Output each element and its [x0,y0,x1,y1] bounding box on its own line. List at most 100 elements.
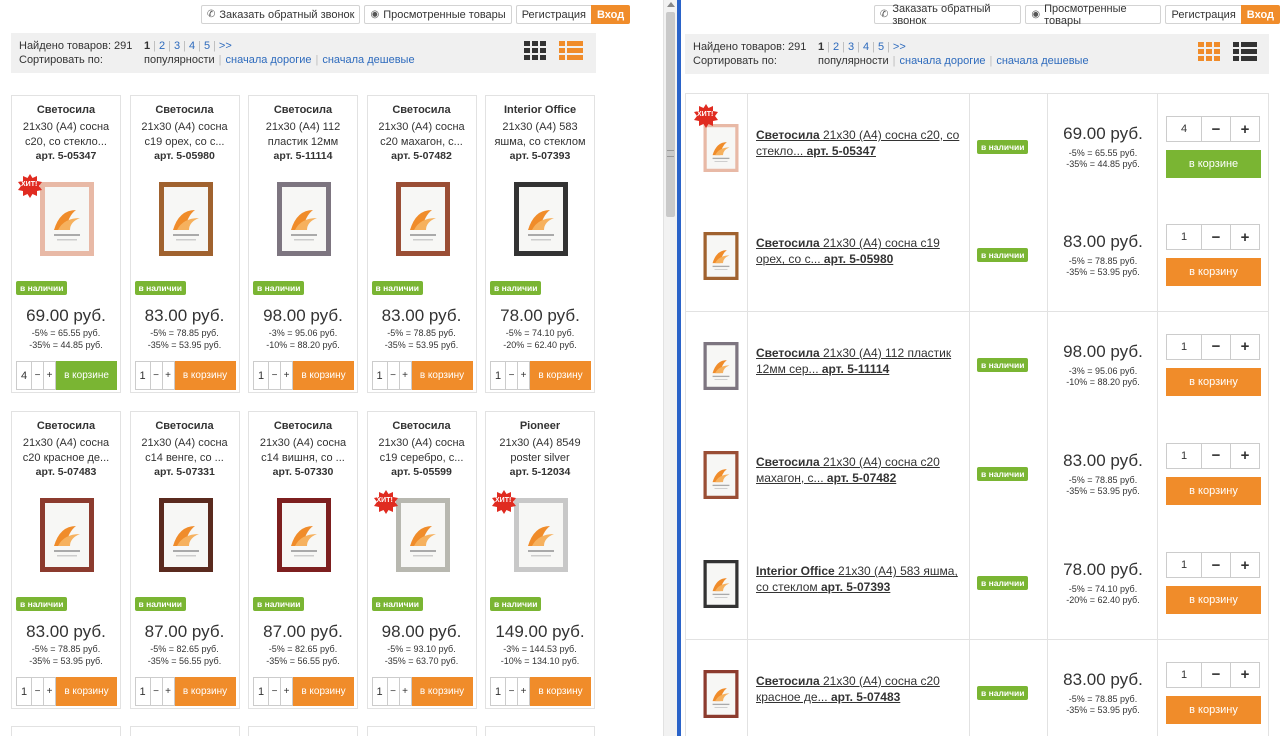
product-row[interactable]: ХИТ! Светосила 21x30 (A4) сосна с20, со с… [685,93,1269,203]
page-link[interactable]: 1 [818,41,824,53]
add-to-cart-button[interactable]: в корзину [1166,367,1261,396]
page-link[interactable]: >> [893,41,906,53]
product-image[interactable] [514,182,568,256]
product-desc[interactable]: 21x30 (A4) сосна с20 красное де... [16,436,116,466]
viewed-products-button[interactable]: ◉ Просмотренные товары [364,5,512,24]
product-desc[interactable]: 21x30 (A4) сосна с19 серебро, с... [372,436,472,466]
product-image[interactable] [395,498,450,572]
register-button-right[interactable]: Регистрация [1165,5,1241,24]
product-row[interactable]: Светосила 21x30 (A4) сосна с20 красное д… [685,639,1269,736]
product-card[interactable]: Светосила 21x30 (A4) сосна с19 серебро, с… [366,411,477,709]
product-brand[interactable]: Pioneer [486,420,594,432]
page-link[interactable]: 2 [159,40,165,52]
product-image[interactable] [514,498,568,572]
quantity-input[interactable]: 1 [490,677,506,706]
product-brand[interactable]: Interior Office [486,104,594,116]
product-thumb[interactable] [703,232,739,281]
quantity-input[interactable]: 1 [253,361,269,390]
product-brand[interactable]: Светосила [12,104,120,116]
add-to-cart-button[interactable]: в корзине [56,361,117,390]
plus-button[interactable]: + [399,361,412,390]
quantity-input[interactable]: 1 [134,361,151,390]
product-thumb[interactable] [703,669,739,718]
plus-button[interactable]: + [518,677,530,706]
quantity-input[interactable]: 4 [16,361,32,390]
list-view-icon[interactable] [1233,42,1257,61]
sort-option[interactable]: популярности [144,54,215,66]
product-card[interactable]: Pioneer 21x30 (A4) 8549 poster silver арт.… [485,411,595,709]
product-image[interactable] [277,498,331,572]
product-thumb[interactable] [703,450,739,499]
minus-button[interactable]: − [269,677,281,706]
quantity-input[interactable]: 1 [1166,442,1202,469]
login-button-right[interactable]: Вход [1240,5,1280,24]
add-to-cart-button[interactable]: в корзину [411,677,473,706]
product-desc[interactable]: 21x30 (A4) сосна с20 махагон, с... [372,120,472,150]
plus-button[interactable]: + [44,677,56,706]
quantity-input[interactable]: 1 [371,361,388,390]
page-link[interactable]: 5 [204,40,210,52]
plus-button[interactable]: + [44,361,56,390]
product-desc[interactable]: 21x30 (A4) 112 пластик 12мм сер... [253,120,353,150]
quantity-input[interactable]: 1 [371,677,388,706]
product-desc[interactable]: 21x30 (A4) сосна с20, со стекло... [16,120,116,150]
product-title-link[interactable]: Светосила 21x30 (A4) сосна с20 махагон, … [756,454,966,486]
product-title-link[interactable]: Светосила 21x30 (A4) сосна с20 красное д… [756,673,966,705]
plus-button[interactable]: + [281,361,293,390]
plus-button[interactable]: + [1231,442,1260,469]
product-image[interactable] [40,182,94,256]
quantity-input[interactable]: 1 [16,677,32,706]
product-brand[interactable]: Светосила [249,420,357,432]
login-button[interactable]: Вход [591,5,631,24]
minus-button[interactable]: − [506,361,518,390]
register-button[interactable]: Регистрация [515,5,591,24]
add-to-cart-button[interactable]: в корзину [1166,586,1261,615]
product-brand[interactable]: Светосила [368,104,476,116]
page-link[interactable]: 5 [878,41,884,53]
add-to-cart-button[interactable]: в корзину [411,361,473,390]
product-desc[interactable]: 21x30 (A4) сосна с14 вишня, со ... [253,436,353,466]
product-row[interactable]: Светосила 21x30 (A4) сосна с20 махагон, … [685,420,1269,531]
product-title-link[interactable]: Светосила 21x30 (A4) сосна с19 орех, со … [756,235,966,267]
minus-button[interactable]: − [1202,442,1231,469]
quantity-input[interactable]: 1 [490,361,506,390]
sort-option[interactable]: сначала дорогие [900,55,986,67]
plus-button[interactable]: + [1231,552,1260,579]
product-desc[interactable]: 21x30 (A4) сосна с19 орех, со с... [135,120,235,150]
product-brand[interactable]: Светосила [368,420,476,432]
minus-button[interactable]: − [1202,661,1231,688]
plus-button[interactable]: + [1231,224,1260,251]
quantity-input[interactable]: 4 [1166,116,1202,142]
product-title-link[interactable]: Светосила 21x30 (A4) сосна с20, со стекл… [756,127,966,159]
callback-button-right[interactable]: ✆ Заказать обратный звонок [874,3,1022,27]
plus-button[interactable]: + [518,361,530,390]
product-brand[interactable]: Светосила [131,104,239,116]
minus-button[interactable]: − [150,677,163,706]
plus-button[interactable]: + [399,677,412,706]
quantity-input[interactable]: 1 [253,677,269,706]
scrollbar[interactable] [663,0,677,736]
page-link[interactable]: 2 [833,41,839,53]
quantity-input[interactable]: 1 [134,677,151,706]
add-to-cart-button[interactable]: в корзину [1166,695,1261,724]
product-image[interactable] [40,498,94,572]
minus-button[interactable]: − [1202,116,1231,142]
add-to-cart-button[interactable]: в корзину [530,677,591,706]
plus-button[interactable]: + [1231,116,1260,142]
minus-button[interactable]: − [387,677,400,706]
product-row[interactable]: Светосила 21x30 (A4) 112 пластик 12мм се… [685,311,1269,422]
product-card[interactable]: Interior Office 21x30 (A4) 583 яшма, со с… [485,95,595,393]
product-card[interactable]: Светосила 21x30 (A4) сосна с20, со стекло… [11,95,121,393]
minus-button[interactable]: − [150,361,163,390]
product-card[interactable]: Светосила 21x30 (A4) сосна с14 венге, со … [129,411,240,709]
product-card[interactable]: Светосила 21x30 (A4) сосна с20 махагон, с… [366,95,477,393]
minus-button[interactable]: − [1202,552,1231,579]
page-link[interactable]: 4 [189,40,195,52]
product-desc[interactable]: 21x30 (A4) 8549 poster silver [490,436,590,466]
product-thumb[interactable] [703,560,739,609]
plus-button[interactable]: + [1231,333,1260,360]
quantity-input[interactable]: 1 [1166,333,1202,360]
quantity-input[interactable]: 1 [1166,224,1202,251]
add-to-cart-button[interactable]: в корзину [174,361,236,390]
product-thumb[interactable] [703,124,739,172]
